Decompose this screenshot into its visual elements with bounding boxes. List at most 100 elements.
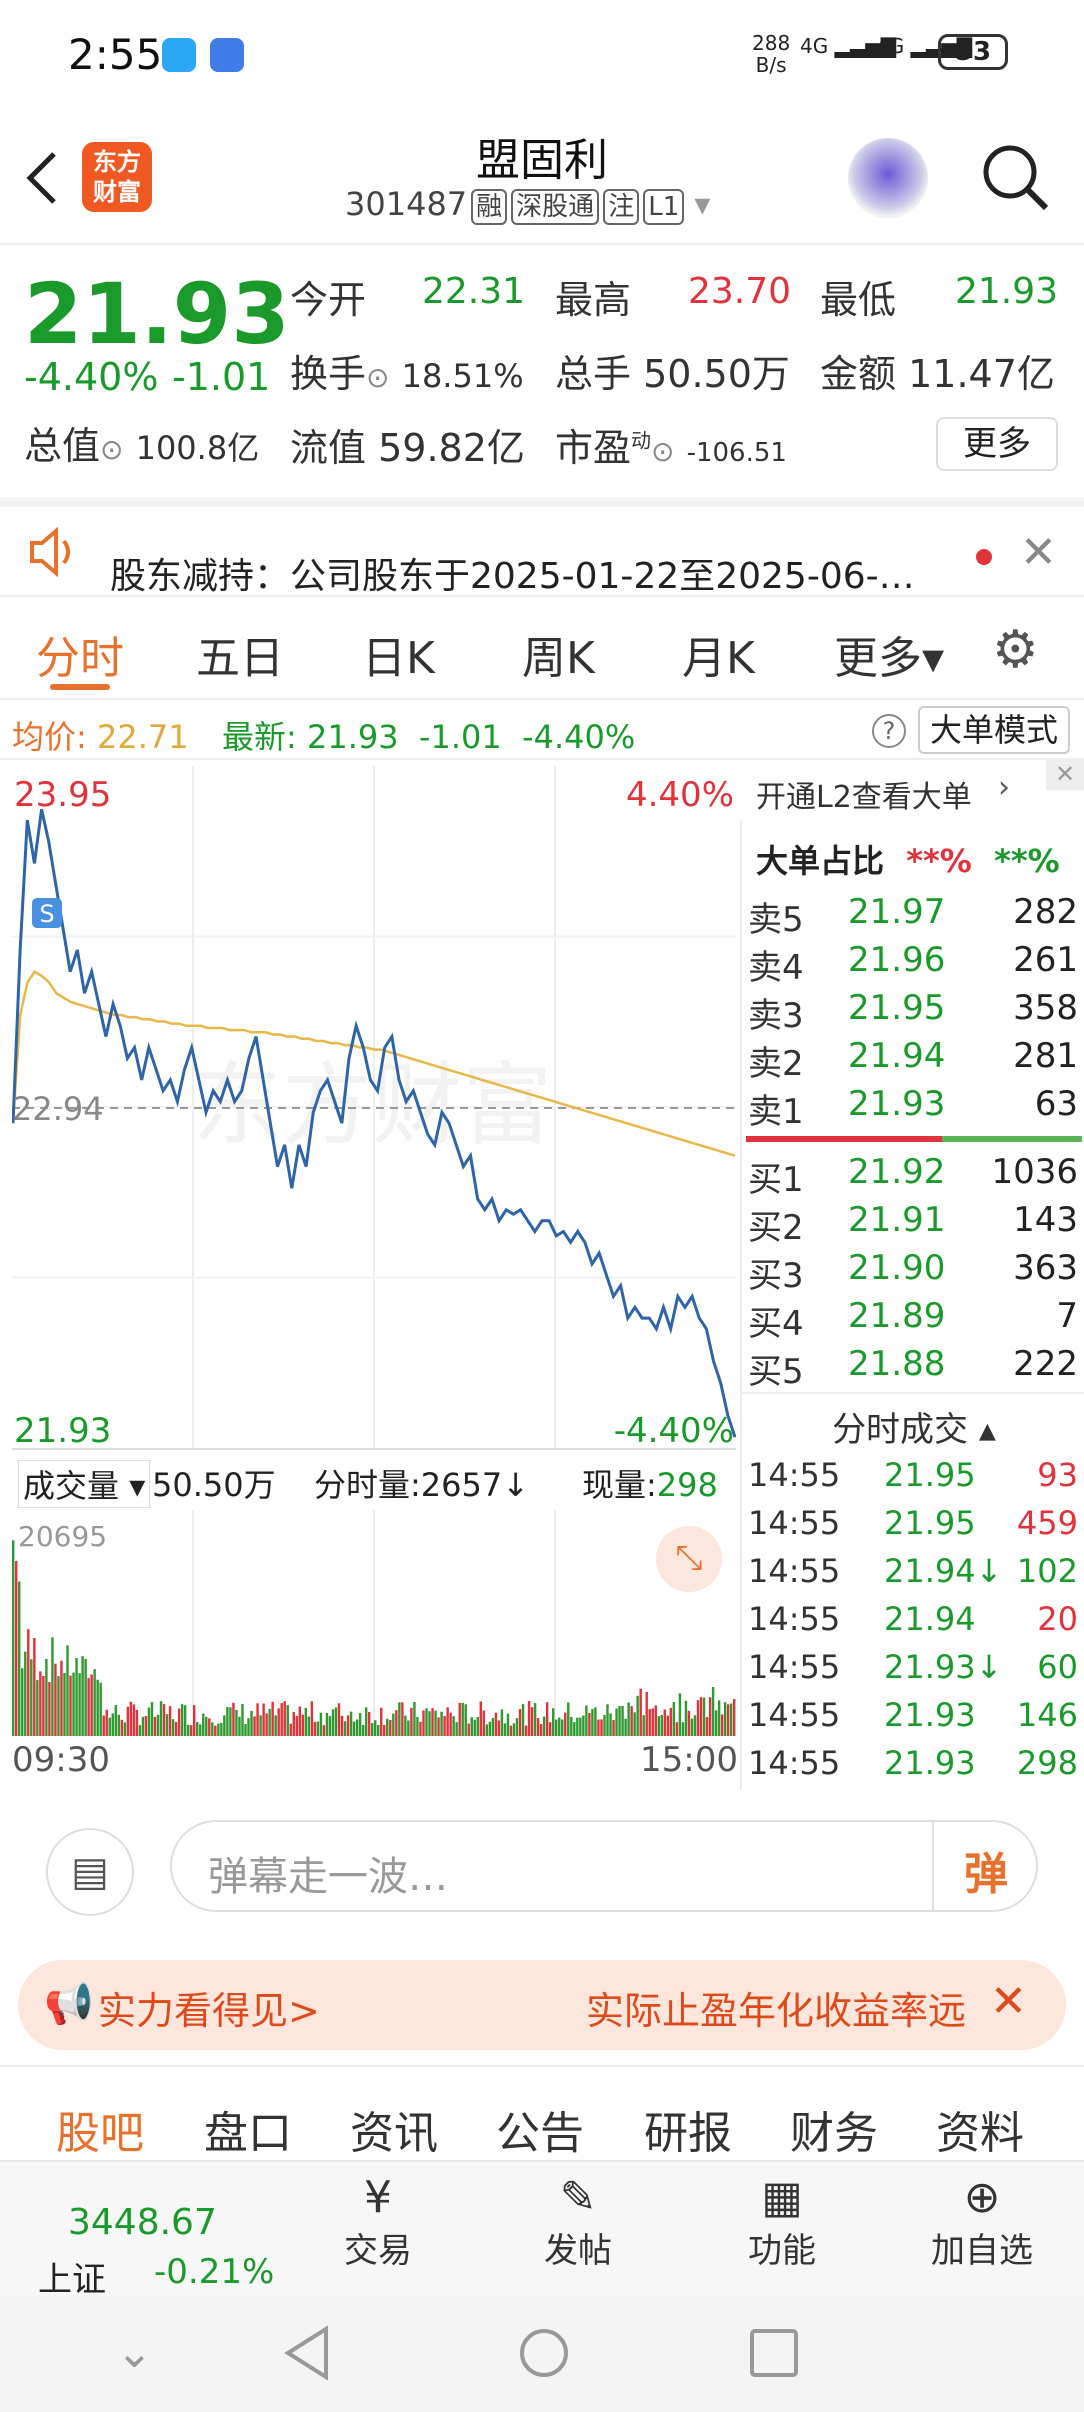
trade-button[interactable]: ¥ 交易 [308, 2172, 448, 2272]
add-watchlist-button[interactable]: ⊕ 加自选 [912, 2172, 1052, 2272]
volume-bar [217, 1723, 220, 1736]
volume-info-bar: 成交量 ▾ 50.50万 分时量:2657↓ 现量:298 [12, 1452, 736, 1508]
tab-5day[interactable]: 五日 [196, 622, 284, 686]
tab-profile[interactable]: 资料 [936, 2097, 1024, 2161]
expand-icon[interactable]: ⤡ [656, 1526, 722, 1592]
volume-bar [87, 1678, 90, 1736]
tick-volume: 20 [1037, 1600, 1078, 1638]
ask-label: 卖4 [748, 948, 804, 988]
ticks-title[interactable]: 分时成交 ▴ [742, 1392, 1084, 1452]
function-button[interactable]: ▦ 功能 [712, 2172, 852, 2272]
volume-bar [60, 1660, 63, 1736]
danmu-send-button[interactable]: 弹 [964, 1838, 1008, 1902]
tab-daily-k[interactable]: 日K [362, 622, 435, 686]
volume-chart[interactable]: 20695 [12, 1510, 736, 1736]
tick-time: 14:55 [748, 1552, 841, 1590]
more-button[interactable]: 更多 [936, 417, 1058, 471]
chart-divider [12, 1448, 736, 1450]
tab-news[interactable]: 资讯 [350, 2097, 438, 2161]
robot-assistant-icon[interactable] [848, 138, 928, 218]
volume-bar [386, 1718, 389, 1736]
volume-bar [364, 1707, 368, 1736]
chevron-down-icon[interactable]: ▾ [694, 185, 710, 223]
promo-left-text: 实力看得见> [98, 1989, 320, 2033]
volume-bar [645, 1691, 648, 1736]
nav-back-icon[interactable] [282, 2325, 332, 2381]
tick-time: 14:55 [748, 1456, 841, 1494]
search-icon[interactable] [980, 142, 1052, 214]
volume-bar [401, 1702, 404, 1736]
volume-bar [714, 1710, 718, 1736]
volume-bar [325, 1713, 329, 1736]
volume-bar [304, 1707, 308, 1736]
tab-pankou[interactable]: 盘口 [204, 2097, 292, 2161]
tick-row: 14:55 21.93 298 [748, 1744, 1082, 1792]
close-promo-icon[interactable]: ✕ [1046, 760, 1084, 790]
notice-bar[interactable]: 股东减持：公司股东于2025-01-22至2025-06-… ✕ [0, 497, 1084, 597]
volume-bar [512, 1723, 516, 1736]
volume-bar [244, 1724, 247, 1736]
price-chart[interactable]: 东方财富 23.95 4.40% 21.93 -4.40% 22.94 S [12, 766, 736, 1448]
help-icon[interactable]: ? [872, 714, 906, 748]
volume-bar [51, 1637, 54, 1736]
volume-bar [437, 1717, 440, 1736]
volume-bar [358, 1713, 362, 1736]
tab-finance[interactable]: 财务 [790, 2097, 878, 2161]
volume-bar [235, 1709, 238, 1736]
nav-home-icon[interactable] [516, 2325, 572, 2381]
volume-bar [307, 1716, 311, 1736]
volume-bar [500, 1709, 504, 1736]
danmu-input[interactable]: 弹幕走一波… 弹 [170, 1820, 1038, 1912]
danmu-settings-icon[interactable]: ▤ [46, 1828, 134, 1916]
tick-time: 14:55 [748, 1696, 841, 1734]
volume-bar [377, 1724, 380, 1736]
ask-label: 卖1 [748, 1092, 804, 1132]
volume-bar [72, 1672, 75, 1736]
volume-bar [491, 1718, 495, 1736]
volume-bar [108, 1717, 111, 1736]
tab-monthly-k[interactable]: 月K [682, 622, 755, 686]
tab-research[interactable]: 研报 [644, 2097, 732, 2161]
post-button[interactable]: ✎ 发帖 [508, 2172, 648, 2272]
close-icon[interactable]: ✕ [1020, 527, 1057, 578]
s-marker[interactable]: S [32, 898, 62, 928]
tab-intraday[interactable]: 分时 [36, 622, 124, 686]
bid-row: 买5 21.88 222 [748, 1344, 1082, 1392]
volume-bar [33, 1638, 36, 1736]
tick-price: 21.94 [884, 1600, 976, 1638]
bottom-toolbar: 3448.67 上证 -0.21% ¥ 交易 ✎ 发帖 ▦ 功能 ⊕ 加自选 [0, 2160, 1084, 2300]
close-banner-icon[interactable]: ✕ [990, 1976, 1027, 2027]
nav-recents-icon[interactable] [746, 2325, 802, 2381]
volume-bar [174, 1721, 178, 1736]
turnover-label: 换手⊙ 18.51% [290, 352, 524, 396]
notice-text: 股东减持：公司股东于2025-01-22至2025-06-… [110, 556, 915, 597]
volume-bar [247, 1718, 250, 1736]
volume-bar [180, 1704, 184, 1736]
system-nav-bar: ⌄ [0, 2295, 1084, 2412]
ask-volume: 261 [1013, 940, 1078, 980]
tab-guba[interactable]: 股吧 [56, 2097, 144, 2161]
volume-bar [558, 1717, 561, 1736]
tab-more[interactable]: 更多▾ [834, 622, 944, 686]
nav-menu-icon[interactable]: ⌄ [116, 2327, 153, 2378]
l2-promo[interactable]: 开通L2查看大单 › ✕ [740, 760, 1084, 820]
volume-bar [63, 1672, 66, 1736]
tab-announcements[interactable]: 公告 [496, 2097, 584, 2161]
bid-label: 买4 [748, 1304, 804, 1344]
svg-text:S: S [39, 900, 54, 928]
volume-bar [461, 1702, 464, 1736]
volume-select[interactable]: 成交量 ▾ [18, 1460, 151, 1508]
promo-banner[interactable]: 📢 实力看得见> 实际止盈年化收益率远 ✕ [18, 1960, 1066, 2050]
volume-bar [684, 1700, 688, 1736]
big-order-mode-button[interactable]: 大单模式 [918, 706, 1071, 754]
message-icon [162, 38, 196, 72]
app-notify-icon [210, 38, 244, 72]
volume-bar [42, 1676, 45, 1736]
volume-bar [440, 1711, 443, 1736]
volume-bar [497, 1720, 501, 1736]
grid-icon: ▦ [761, 2172, 803, 2223]
volume-bar [633, 1712, 636, 1736]
settings-gear-icon[interactable]: ⚙ [992, 620, 1039, 680]
volume-bar [352, 1721, 356, 1736]
tab-weekly-k[interactable]: 周K [522, 622, 595, 686]
